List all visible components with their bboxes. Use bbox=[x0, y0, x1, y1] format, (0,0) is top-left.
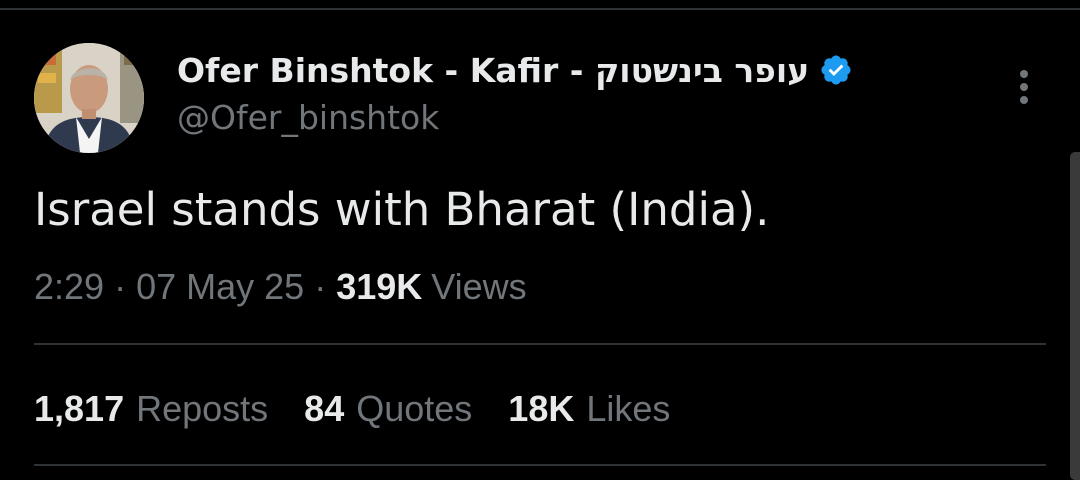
quotes-stat[interactable]: 84 Quotes bbox=[304, 388, 472, 430]
more-vertical-icon[interactable] bbox=[1011, 68, 1037, 108]
verified-badge-icon[interactable] bbox=[819, 53, 853, 87]
reposts-count[interactable]: 1,817 bbox=[34, 388, 124, 430]
quotes-label[interactable]: Quotes bbox=[356, 388, 472, 430]
reposts-stat[interactable]: 1,817 Reposts bbox=[34, 388, 268, 430]
views-count[interactable]: 319K bbox=[336, 266, 422, 308]
likes-label[interactable]: Likes bbox=[586, 388, 670, 430]
engagement-stats: 1,817 Reposts 84 Quotes 18K Likes bbox=[34, 388, 706, 430]
tweet-detail: Ofer Binshtok - Kafir - עופר בינשטוק @Of… bbox=[0, 0, 1080, 480]
likes-count[interactable]: 18K bbox=[508, 388, 574, 430]
avatar[interactable] bbox=[34, 43, 144, 153]
meta-separator: · bbox=[114, 266, 127, 307]
author-handle[interactable]: @Ofer_binshtok bbox=[177, 98, 439, 137]
tweet-date[interactable]: 07 May 25 bbox=[136, 266, 304, 308]
divider bbox=[34, 343, 1046, 345]
author-name-row[interactable]: Ofer Binshtok - Kafir - עופר בינשטוק bbox=[177, 47, 853, 93]
profile-photo-icon bbox=[34, 43, 144, 153]
likes-stat[interactable]: 18K Likes bbox=[508, 388, 670, 430]
reposts-label[interactable]: Reposts bbox=[136, 388, 268, 430]
tweet-meta: 2:29 · 07 May 25 · 319K Views bbox=[34, 266, 527, 308]
tweet-text: Israel stands with Bharat (India). bbox=[34, 183, 770, 236]
views-label[interactable]: Views bbox=[431, 266, 526, 308]
divider bbox=[34, 464, 1046, 466]
tweet-time[interactable]: 2:29 bbox=[34, 266, 104, 308]
author-display-name[interactable]: Ofer Binshtok - Kafir - עופר בינשטוק bbox=[177, 51, 809, 90]
meta-separator: · bbox=[314, 266, 327, 307]
quotes-count[interactable]: 84 bbox=[304, 388, 344, 430]
scrollbar[interactable] bbox=[1070, 152, 1080, 480]
